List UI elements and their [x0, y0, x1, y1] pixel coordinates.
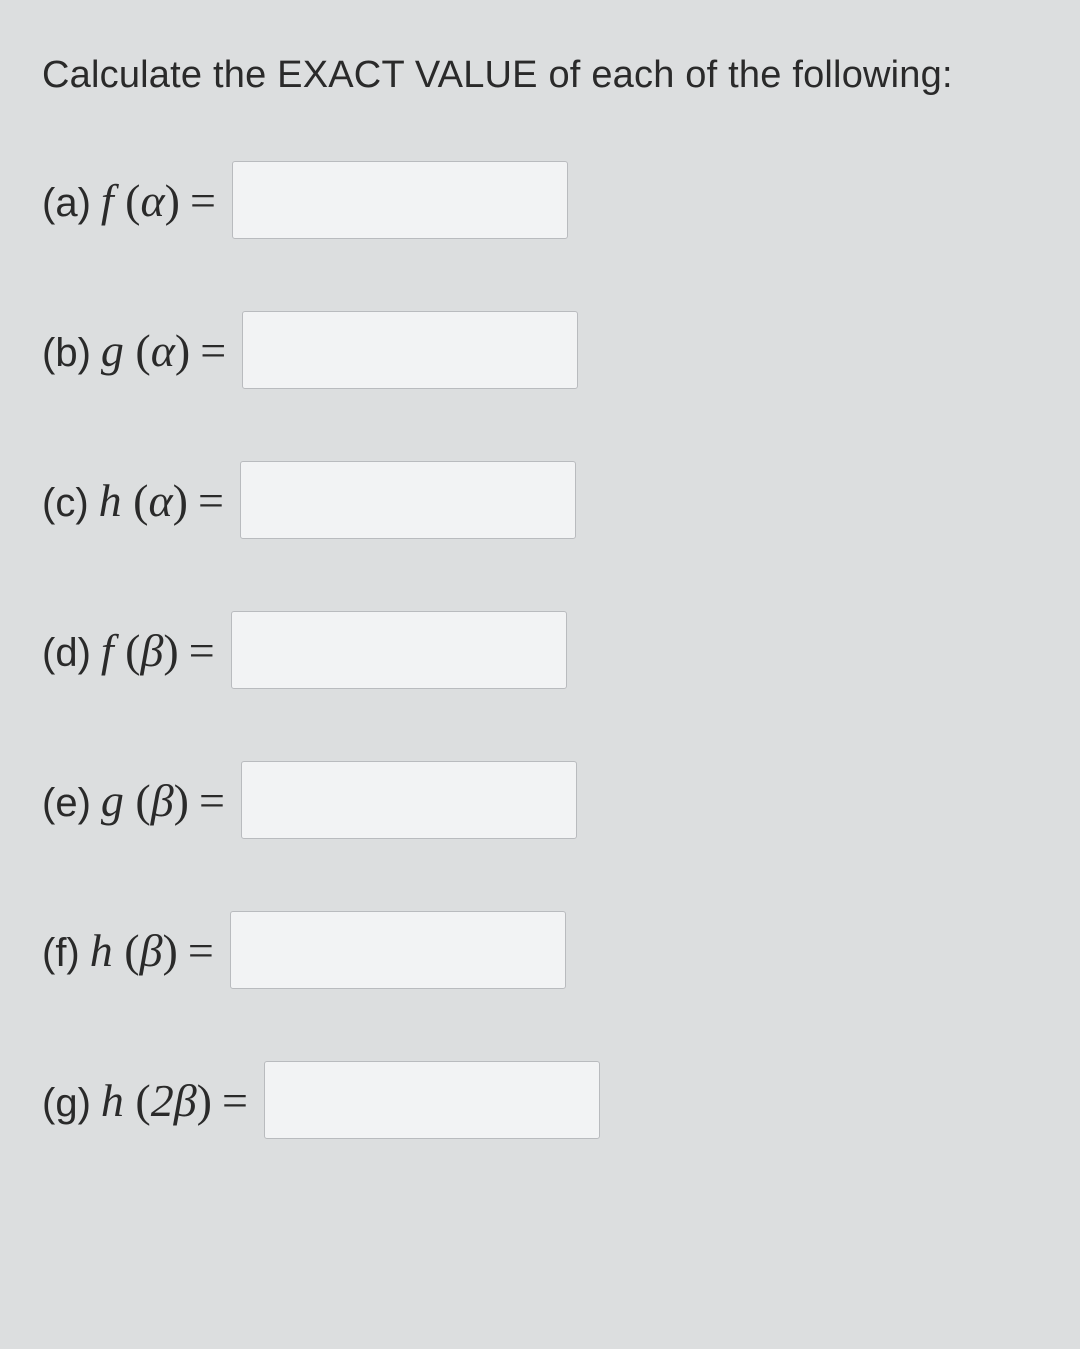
- part-letter: (f): [42, 931, 80, 976]
- function-name: g: [101, 324, 124, 377]
- open-paren: (: [114, 174, 141, 227]
- question-row-a: (a) f ( α ) =: [42, 161, 1038, 239]
- close-paren: ): [174, 774, 189, 827]
- argument: β: [140, 924, 163, 977]
- answer-input-b[interactable]: [242, 311, 578, 389]
- prompt-text: Calculate the EXACT VALUE of each of the…: [42, 50, 1038, 101]
- equals-sign: =: [199, 774, 225, 827]
- equals-sign: =: [190, 174, 216, 227]
- open-paren: (: [124, 1074, 151, 1127]
- close-paren: ): [173, 474, 188, 527]
- function-name: h: [99, 474, 122, 527]
- answer-input-f[interactable]: [230, 911, 566, 989]
- question-label-c: (c) h ( α ) =: [42, 474, 228, 527]
- question-row-b: (b) g ( α ) =: [42, 311, 1038, 389]
- open-paren: (: [113, 924, 140, 977]
- function-name: f: [101, 624, 114, 677]
- argument: β: [141, 624, 164, 677]
- question-label-b: (b) g ( α ) =: [42, 324, 230, 377]
- part-letter: (a): [42, 181, 91, 226]
- equals-sign: =: [200, 324, 226, 377]
- argument: α: [151, 324, 175, 377]
- question-row-c: (c) h ( α ) =: [42, 461, 1038, 539]
- question-label-d: (d) f ( β ) =: [42, 624, 219, 677]
- part-letter: (b): [42, 331, 91, 376]
- equals-sign: =: [222, 1074, 248, 1127]
- close-paren: ): [163, 924, 178, 977]
- function-name: g: [101, 774, 124, 827]
- worksheet-page: Calculate the EXACT VALUE of each of the…: [0, 0, 1080, 1139]
- question-label-g: (g) h ( 2β ) =: [42, 1074, 252, 1127]
- part-letter: (g): [42, 1081, 91, 1126]
- argument: α: [148, 474, 172, 527]
- question-label-e: (e) g ( β ) =: [42, 774, 229, 827]
- answer-input-a[interactable]: [232, 161, 568, 239]
- close-paren: ): [175, 324, 190, 377]
- equals-sign: =: [198, 474, 224, 527]
- part-letter: (c): [42, 481, 89, 526]
- close-paren: ): [165, 174, 180, 227]
- function-name: h: [101, 1074, 124, 1127]
- argument: β: [151, 774, 174, 827]
- function-name: f: [101, 174, 114, 227]
- question-row-e: (e) g ( β ) =: [42, 761, 1038, 839]
- argument: α: [141, 174, 165, 227]
- part-letter: (e): [42, 781, 91, 826]
- open-paren: (: [124, 324, 151, 377]
- open-paren: (: [122, 474, 149, 527]
- question-row-g: (g) h ( 2β ) =: [42, 1061, 1038, 1139]
- question-label-f: (f) h ( β ) =: [42, 924, 218, 977]
- question-label-a: (a) f ( α ) =: [42, 174, 220, 227]
- open-paren: (: [124, 774, 151, 827]
- answer-input-c[interactable]: [240, 461, 576, 539]
- equals-sign: =: [189, 624, 215, 677]
- answer-input-g[interactable]: [264, 1061, 600, 1139]
- function-name: h: [90, 924, 113, 977]
- part-letter: (d): [42, 631, 91, 676]
- argument: 2β: [151, 1074, 197, 1127]
- answer-input-d[interactable]: [231, 611, 567, 689]
- question-row-d: (d) f ( β ) =: [42, 611, 1038, 689]
- equals-sign: =: [188, 924, 214, 977]
- question-row-f: (f) h ( β ) =: [42, 911, 1038, 989]
- close-paren: ): [163, 624, 178, 677]
- close-paren: ): [197, 1074, 212, 1127]
- answer-input-e[interactable]: [241, 761, 577, 839]
- open-paren: (: [114, 624, 141, 677]
